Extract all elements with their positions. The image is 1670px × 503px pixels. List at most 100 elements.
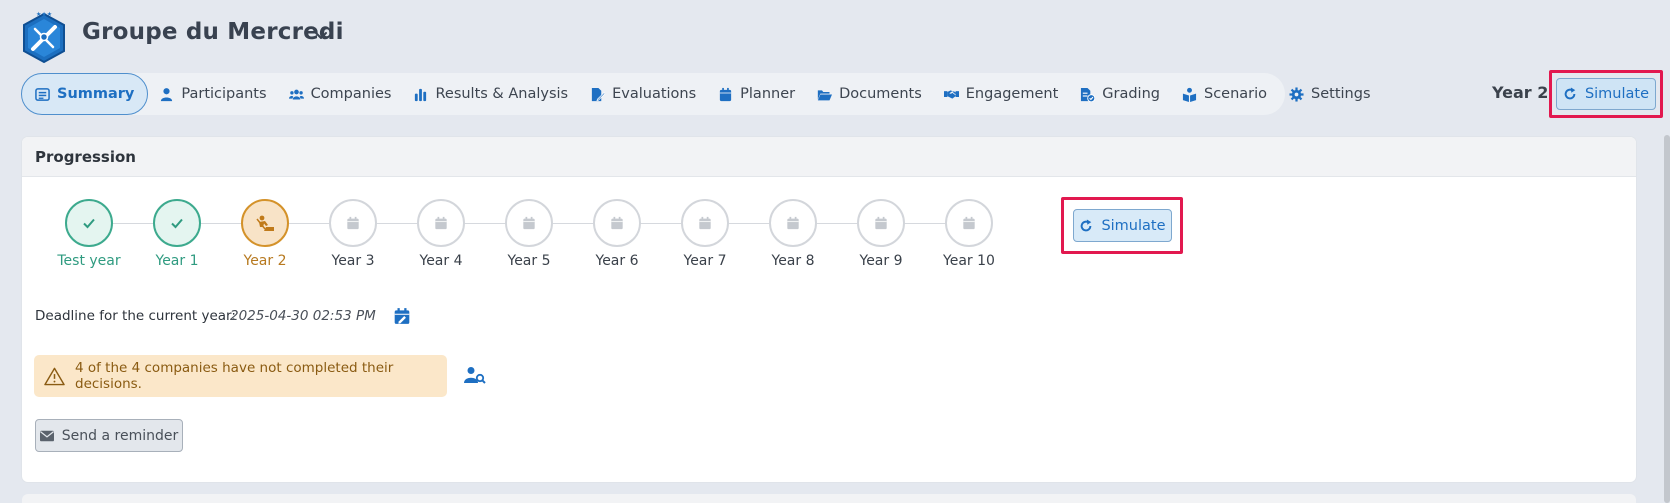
check-icon bbox=[171, 218, 183, 229]
user-search-icon[interactable] bbox=[464, 366, 486, 384]
step-circle bbox=[769, 199, 817, 247]
calendar-icon bbox=[699, 216, 711, 230]
users-icon bbox=[288, 89, 304, 99]
gear-icon bbox=[1289, 86, 1304, 102]
tab-label: Companies bbox=[310, 86, 392, 102]
tab-evaluations[interactable]: Evaluations bbox=[579, 73, 707, 115]
tab-label: Documents bbox=[839, 86, 922, 102]
step-test-year[interactable]: Test year bbox=[39, 199, 139, 269]
chevron-down-icon[interactable] bbox=[313, 28, 329, 44]
step-circle bbox=[153, 199, 201, 247]
step-year-1[interactable]: Year 1 bbox=[127, 199, 227, 269]
step-label: Year 9 bbox=[859, 253, 903, 269]
folder-open-icon bbox=[817, 89, 833, 100]
tab-label: Engagement bbox=[965, 86, 1059, 102]
warning-icon bbox=[44, 367, 65, 386]
scrollbar[interactable] bbox=[1664, 135, 1670, 503]
current-year-label: Year 2 bbox=[1492, 83, 1549, 102]
step-year-6[interactable]: Year 6 bbox=[567, 199, 667, 269]
step-year-9[interactable]: Year 9 bbox=[831, 199, 931, 269]
step-year-7[interactable]: Year 7 bbox=[655, 199, 755, 269]
tab-results-analysis[interactable]: Results & Analysis bbox=[402, 73, 579, 115]
highlight-box bbox=[1549, 70, 1663, 118]
step-year-2[interactable]: Year 2 bbox=[215, 199, 315, 269]
handshake-icon bbox=[943, 89, 959, 99]
bar-chart-icon bbox=[415, 88, 427, 101]
page-title: Groupe du Mercredi bbox=[82, 19, 344, 45]
grade-file-icon bbox=[1081, 87, 1096, 102]
step-label: Year 8 bbox=[771, 253, 815, 269]
tab-summary[interactable]: Summary bbox=[21, 73, 149, 115]
step-label: Year 3 bbox=[331, 253, 375, 269]
main-nav: Summary Participants Companies Results &… bbox=[21, 73, 1371, 115]
calendar-icon bbox=[787, 216, 799, 230]
deadline-value: 2025-04-30 02:53 PM bbox=[230, 308, 376, 324]
step-year-3[interactable]: Year 3 bbox=[303, 199, 403, 269]
step-label: Year 1 bbox=[155, 253, 199, 269]
highlight-box bbox=[1061, 197, 1183, 254]
kayak-badge-icon[interactable]: ★★★ bbox=[20, 10, 68, 66]
check-icon bbox=[83, 218, 95, 229]
send-reminder-button[interactable]: Send a reminder bbox=[35, 419, 183, 452]
step-label: Year 10 bbox=[943, 253, 995, 269]
step-label: Test year bbox=[57, 253, 121, 269]
step-label: Year 6 bbox=[595, 253, 639, 269]
step-year-8[interactable]: Year 8 bbox=[743, 199, 843, 269]
svg-text:★★★: ★★★ bbox=[36, 11, 52, 18]
calendar-icon bbox=[963, 216, 975, 230]
tab-engagement[interactable]: Engagement bbox=[933, 73, 1070, 115]
person-digging-icon bbox=[256, 215, 274, 231]
tab-label: Settings bbox=[1311, 86, 1371, 102]
user-icon bbox=[161, 87, 173, 101]
step-circle bbox=[241, 199, 289, 247]
step-year-4[interactable]: Year 4 bbox=[391, 199, 491, 269]
step-circle bbox=[65, 199, 113, 247]
step-circle bbox=[945, 199, 993, 247]
calendar-icon bbox=[347, 216, 359, 230]
list-icon bbox=[35, 87, 50, 101]
warning-alert: 4 of the 4 companies have not completed … bbox=[34, 355, 447, 397]
deadline-label: Deadline for the current year: bbox=[35, 308, 236, 324]
step-year-5[interactable]: Year 5 bbox=[479, 199, 579, 269]
tab-label: Evaluations bbox=[612, 86, 697, 102]
calendar-icon bbox=[720, 87, 732, 101]
tab-planner[interactable]: Planner bbox=[707, 73, 806, 115]
tab-label: Planner bbox=[740, 86, 796, 102]
step-circle bbox=[417, 199, 465, 247]
tab-label: Summary bbox=[57, 86, 135, 102]
tab-companies[interactable]: Companies bbox=[278, 73, 403, 115]
calendar-icon bbox=[435, 216, 447, 230]
progress-stepper: Test year Year 1 Year 2 Year 3 Year 4 Ye… bbox=[22, 199, 1022, 279]
calendar-icon bbox=[523, 216, 535, 230]
file-edit-icon bbox=[591, 87, 606, 101]
reminder-label: Send a reminder bbox=[61, 427, 179, 444]
step-label: Year 4 bbox=[419, 253, 463, 269]
next-card bbox=[22, 494, 1636, 503]
step-circle bbox=[857, 199, 905, 247]
tab-label: Scenario bbox=[1203, 86, 1268, 102]
card-title: Progression bbox=[22, 137, 1636, 177]
book-reader-icon bbox=[1182, 87, 1197, 102]
progression-card: Progression Test year Year 1 Year 2 Year… bbox=[22, 137, 1636, 482]
step-circle bbox=[593, 199, 641, 247]
alert-text: 4 of the 4 companies have not completed … bbox=[75, 360, 394, 392]
step-label: Year 5 bbox=[507, 253, 551, 269]
tab-participants[interactable]: Participants bbox=[148, 73, 277, 115]
step-circle bbox=[329, 199, 377, 247]
tab-documents[interactable]: Documents bbox=[806, 73, 933, 115]
tab-label: Participants bbox=[181, 86, 267, 102]
step-label: Year 7 bbox=[683, 253, 727, 269]
tab-settings[interactable]: Settings bbox=[1278, 73, 1381, 115]
envelope-icon bbox=[39, 430, 54, 441]
tab-label: Results & Analysis bbox=[435, 86, 569, 102]
calendar-icon bbox=[611, 216, 623, 230]
calendar-icon bbox=[875, 216, 887, 230]
step-label: Year 2 bbox=[243, 253, 287, 269]
tab-scenario[interactable]: Scenario bbox=[1171, 73, 1278, 115]
tab-label: Grading bbox=[1102, 86, 1160, 102]
step-circle bbox=[505, 199, 553, 247]
tab-grading[interactable]: Grading bbox=[1069, 73, 1171, 115]
step-circle bbox=[681, 199, 729, 247]
calendar-edit-icon[interactable] bbox=[393, 307, 411, 325]
step-year-10[interactable]: Year 10 bbox=[919, 199, 1019, 269]
